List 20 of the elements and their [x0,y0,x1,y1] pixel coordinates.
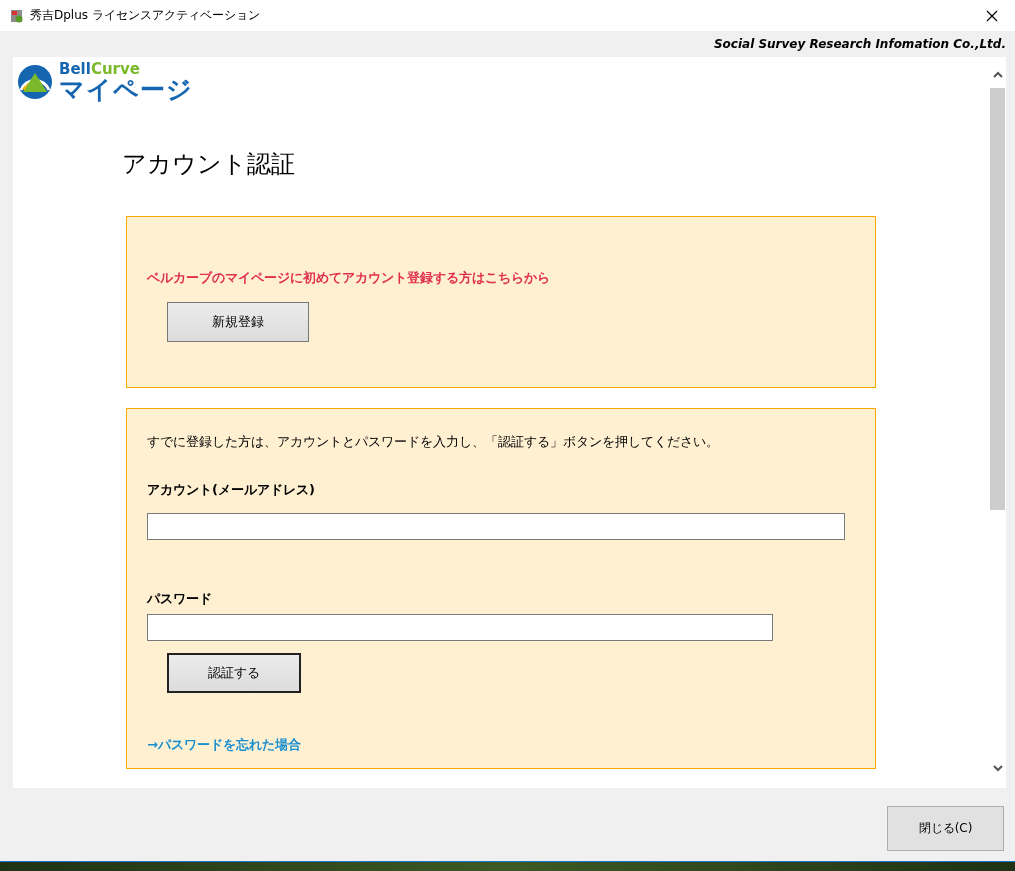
authenticate-button[interactable]: 認証する [167,653,301,693]
window-title: 秀吉Dplus ライセンスアクティベーション [30,7,261,24]
page-heading: アカウント認証 [122,149,296,180]
scrollbar[interactable] [989,57,1006,788]
close-button[interactable]: 閉じる(C) [887,806,1004,851]
field-label: パスワード [147,590,213,608]
logo-icon [17,64,53,100]
field-label: アカウント(メールアドレス) [147,481,316,499]
scroll-up-icon[interactable] [992,71,1003,78]
register-notice: ベルカーブのマイページに初めてアカウント登録する方はこちらから [147,269,551,287]
register-button[interactable]: 新規登録 [167,302,309,342]
brand-name: BellCurve [59,62,141,77]
login-instruction: すでに登録した方は、アカウントとパスワードを入力し、「認証する」ボタンを押してください。 [147,433,720,451]
scroll-down-icon[interactable] [992,765,1003,772]
input-field[interactable] [147,513,845,540]
scroll-thumb[interactable] [990,88,1005,510]
app-icon [10,8,24,23]
input-field[interactable] [147,614,773,641]
company-name: Social Survey Research Infomation Co.,Ltd. [713,37,1006,51]
brand-title: マイページ [59,77,193,102]
